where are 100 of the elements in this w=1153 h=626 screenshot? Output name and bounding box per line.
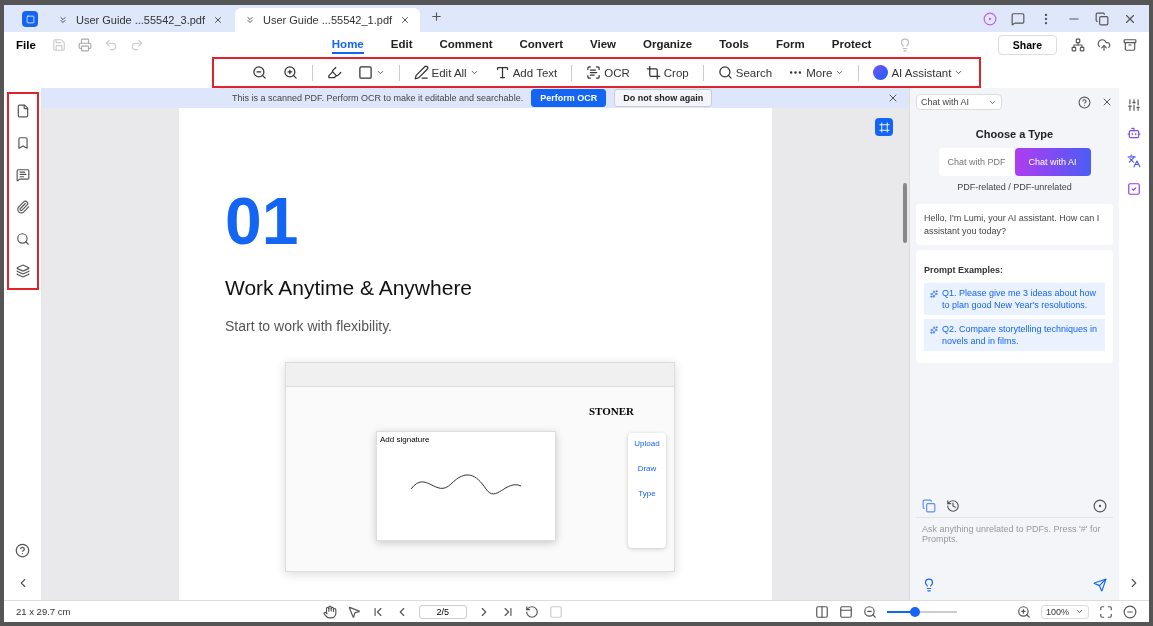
hand-icon[interactable] — [322, 604, 337, 619]
fullscreen-icon[interactable] — [1099, 604, 1113, 619]
chat-input[interactable]: Ask anything unrelated to PDFs. Press '#' for Prompts. — [916, 518, 1113, 578]
redo-icon — [129, 37, 144, 52]
panel-heading: Choose a Type — [974, 128, 1055, 140]
zoom-out-icon[interactable] — [863, 604, 877, 619]
document-tab[interactable]: User Guide ...55542_1.pdf — [235, 8, 421, 32]
checkbox-icon[interactable] — [1127, 182, 1141, 196]
share-button[interactable]: Share — [997, 34, 1057, 55]
undo-icon — [103, 37, 118, 52]
option-label: Upload — [634, 439, 660, 448]
prompt-example[interactable]: Q2. Compare storytelling techniques in novels and in films. — [924, 319, 1105, 352]
type-toggle[interactable]: Chat with AI — [1014, 148, 1091, 176]
menu-tab[interactable]: Convert — [519, 35, 563, 54]
layers-icon[interactable] — [15, 264, 30, 278]
help-icon[interactable] — [1078, 95, 1091, 109]
sparkle-icon — [930, 326, 938, 335]
history-icon[interactable] — [946, 499, 960, 513]
restore-icon[interactable] — [1095, 12, 1109, 26]
lightbulb-icon[interactable] — [922, 578, 936, 592]
help-icon[interactable] — [15, 543, 30, 558]
ai-icon — [873, 65, 889, 80]
perform-ocr-button[interactable]: Perform OCR — [531, 89, 607, 107]
page-size: 21 x 29.7 cm — [16, 606, 71, 617]
option-label: Draw — [637, 464, 657, 473]
cloud-upload-icon[interactable] — [1097, 37, 1111, 52]
crop-icon — [645, 65, 661, 80]
toolbar-button[interactable]: More — [786, 63, 847, 82]
caret-icon — [1075, 607, 1084, 616]
ocr-icon — [586, 65, 602, 80]
save-icon — [51, 37, 66, 52]
menu-tab[interactable]: Protect — [831, 35, 872, 54]
toolbar-button[interactable]: Add Text — [492, 63, 560, 82]
prompt-example[interactable]: Q1. Please give me 3 ideas about how to plan good New Year's resolutions. — [924, 282, 1105, 316]
menu-tab[interactable]: Organize — [643, 35, 693, 54]
toolbar-button[interactable]: Search — [715, 63, 775, 82]
menu-tab[interactable]: View — [590, 35, 616, 54]
app-logo-icon — [22, 11, 38, 27]
close-icon[interactable] — [887, 92, 899, 104]
mode-dropdown[interactable]: Chat with AI — [916, 94, 1002, 110]
paperclip-icon[interactable] — [15, 200, 30, 214]
toolbar-button[interactable]: AI Assistant — [871, 63, 966, 82]
page-icon[interactable] — [15, 104, 30, 118]
search-icon[interactable] — [15, 232, 30, 246]
robot-icon[interactable] — [1127, 126, 1141, 140]
chevrons-icon — [58, 15, 68, 25]
zoom-out-icon — [251, 65, 267, 80]
toolbar-button[interactable]: Crop — [643, 63, 691, 82]
layout-icon[interactable] — [815, 604, 829, 619]
search-icon — [717, 65, 733, 80]
comment-icon[interactable] — [15, 168, 30, 182]
toolbar-button[interactable]: OCR — [584, 63, 632, 82]
slider-thumb[interactable] — [910, 606, 920, 617]
toolbar-button[interactable]: Edit All — [411, 63, 481, 82]
page-icon — [548, 604, 563, 619]
page-number-field[interactable]: 2/5 — [418, 604, 467, 619]
print-icon — [77, 37, 92, 52]
menu-tab[interactable]: Home — [331, 35, 364, 54]
pen-icon — [413, 65, 429, 80]
text-box-icon — [494, 65, 510, 80]
record-icon[interactable] — [1093, 499, 1107, 513]
dismiss-button[interactable]: Do not show again — [614, 89, 713, 107]
new-tab-icon[interactable] — [430, 10, 444, 23]
sparkle-icon — [930, 289, 938, 298]
rectangle-icon — [357, 65, 373, 80]
sliders-icon[interactable] — [1127, 98, 1141, 112]
option-label: Type — [638, 489, 656, 498]
avatar-icon — [983, 12, 997, 26]
file-menu[interactable]: File — [16, 38, 36, 51]
translate-icon[interactable] — [1127, 154, 1141, 168]
send-icon[interactable] — [1093, 578, 1107, 592]
pointer-icon[interactable] — [346, 604, 361, 619]
zoom-dropdown[interactable]: 100% — [1041, 604, 1089, 619]
close-icon[interactable] — [1123, 12, 1137, 26]
type-toggle[interactable]: Chat with PDF — [938, 148, 1015, 176]
view-icon[interactable] — [839, 604, 853, 619]
collapse-icon[interactable] — [1123, 604, 1137, 619]
chat-icon[interactable] — [1011, 12, 1025, 26]
highlighter-icon — [326, 65, 342, 80]
document-tab[interactable]: User Guide ...55542_3.pdf — [48, 8, 234, 32]
new-chat-icon[interactable] — [922, 499, 936, 513]
menu-tab[interactable]: Comment — [439, 35, 493, 54]
zoom-in-icon[interactable] — [1017, 604, 1031, 619]
archive-icon[interactable] — [1123, 37, 1137, 52]
zoom-in-icon — [282, 65, 298, 80]
section-number: 01 — [225, 188, 300, 254]
close-icon[interactable] — [1101, 96, 1113, 108]
close-icon — [400, 15, 411, 25]
rotate-icon[interactable] — [524, 604, 539, 619]
bookmark-icon[interactable] — [15, 136, 30, 150]
network-icon[interactable] — [1071, 37, 1085, 52]
fit-page-button[interactable] — [875, 118, 893, 136]
dialog-title: Add signature — [380, 435, 430, 444]
menu-tab[interactable]: Form — [776, 35, 805, 54]
banner-message: This is a scanned PDF. Perform OCR to make it editable and searchable. — [232, 93, 524, 103]
menu-tab[interactable]: Tools — [719, 35, 749, 54]
chevrons-icon — [245, 15, 256, 25]
greeting-message: Hello, I'm Lumi, your AI assistant. How can I assistant you today? — [916, 204, 1113, 246]
examples-title: Prompt Examples: — [924, 264, 1005, 277]
menu-tab[interactable]: Edit — [390, 35, 413, 54]
